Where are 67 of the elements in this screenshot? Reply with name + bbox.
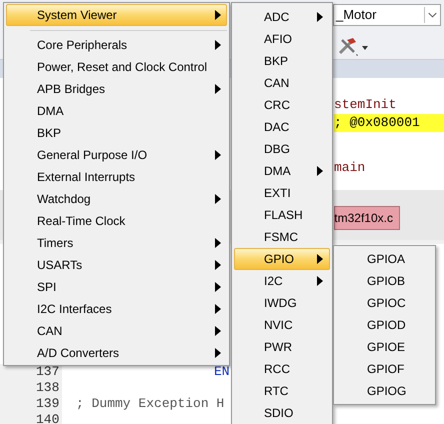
submenu-arrow-icon <box>215 84 221 94</box>
code-line: ; Dummy Exception H <box>76 396 224 412</box>
menu-item[interactable]: GPIOD <box>336 314 433 336</box>
menu-item[interactable]: CAN <box>234 72 330 94</box>
menu-item[interactable]: RCC <box>234 358 330 380</box>
menu-item[interactable]: AFIO <box>234 28 330 50</box>
submenu-arrow-icon <box>215 10 221 20</box>
menu-item[interactable]: FSMC <box>234 226 330 248</box>
line-number: 138 <box>0 380 62 396</box>
menu-item[interactable]: DMA <box>6 100 227 122</box>
menu-item[interactable]: GPIO <box>234 248 330 270</box>
menu-item[interactable]: Power, Reset and Clock Control <box>6 56 227 78</box>
submenu-arrow-icon <box>215 194 221 204</box>
menu-item[interactable]: APB Bridges <box>6 78 227 100</box>
menu-item[interactable]: DMA <box>234 160 330 182</box>
menu-item[interactable]: GPIOC <box>336 292 433 314</box>
menu-item[interactable]: SPI <box>6 276 227 298</box>
submenu-arrow-icon <box>215 260 221 270</box>
menu-item[interactable]: ADC <box>234 6 330 28</box>
menu-item[interactable]: GPIOB <box>336 270 433 292</box>
menu-item[interactable]: Core Peripherals <box>6 34 227 56</box>
project-combo[interactable]: _Motor <box>333 4 441 26</box>
menu-item[interactable]: DBG <box>234 138 330 160</box>
menu-item[interactable]: FLASH <box>234 204 330 226</box>
menu-item[interactable]: GPIOE <box>336 336 433 358</box>
submenu-arrow-icon <box>215 326 221 336</box>
menu-item[interactable]: A/D Converters <box>6 342 227 364</box>
menu-item[interactable]: Real-Time Clock <box>6 210 227 232</box>
line-number: 140 <box>0 412 62 424</box>
submenu-arrow-icon <box>215 150 221 160</box>
menu-item[interactable]: Watchdog <box>6 188 227 210</box>
menu-item[interactable]: I2C Interfaces <box>6 298 227 320</box>
menu-item[interactable]: I2C <box>234 270 330 292</box>
menu-item[interactable]: PWR <box>234 336 330 358</box>
menu-item[interactable]: EXTI <box>234 182 330 204</box>
submenu-arrow-icon <box>317 276 323 286</box>
submenu-arrow-icon <box>317 166 323 176</box>
submenu-arrow-icon <box>317 254 323 264</box>
menu-item[interactable]: General Purpose I/O <box>6 144 227 166</box>
menu-item[interactable]: GPIOA <box>336 248 433 270</box>
menu-item[interactable]: External Interrupts <box>6 166 227 188</box>
file-tab[interactable]: tm32f10x.c <box>334 206 400 230</box>
menu-item[interactable]: GPIOG <box>336 380 433 402</box>
submenu-arrow-icon <box>215 348 221 358</box>
menu-item[interactable]: BKP <box>6 122 227 144</box>
menu-item[interactable]: USARTs <box>6 254 227 276</box>
caret-icon <box>362 46 368 50</box>
menu-item[interactable]: NVIC <box>234 314 330 336</box>
code-line: main <box>334 159 366 177</box>
menu-item[interactable]: CRC <box>234 94 330 116</box>
submenu-arrow-icon <box>215 304 221 314</box>
menu-item[interactable]: BKP <box>234 50 330 72</box>
menu-item[interactable]: RTC <box>234 380 330 402</box>
line-number: 139 <box>0 396 62 412</box>
menu-item[interactable]: System Viewer <box>6 4 227 26</box>
menu-item[interactable]: IWDG <box>234 292 330 314</box>
menu-item[interactable]: DAC <box>234 116 330 138</box>
menu-item[interactable]: Timers <box>6 232 227 254</box>
menu-item[interactable]: SDIO <box>234 402 330 424</box>
menu-item[interactable]: GPIOF <box>336 358 433 380</box>
code-line: stemInit <box>334 96 396 114</box>
submenu-arrow-icon <box>215 282 221 292</box>
submenu-arrow-icon <box>215 40 221 50</box>
menu-item[interactable]: CAN <box>6 320 227 342</box>
code-line: EN <box>214 364 230 380</box>
submenu-arrow-icon <box>317 12 323 22</box>
submenu-arrow-icon <box>215 238 221 248</box>
